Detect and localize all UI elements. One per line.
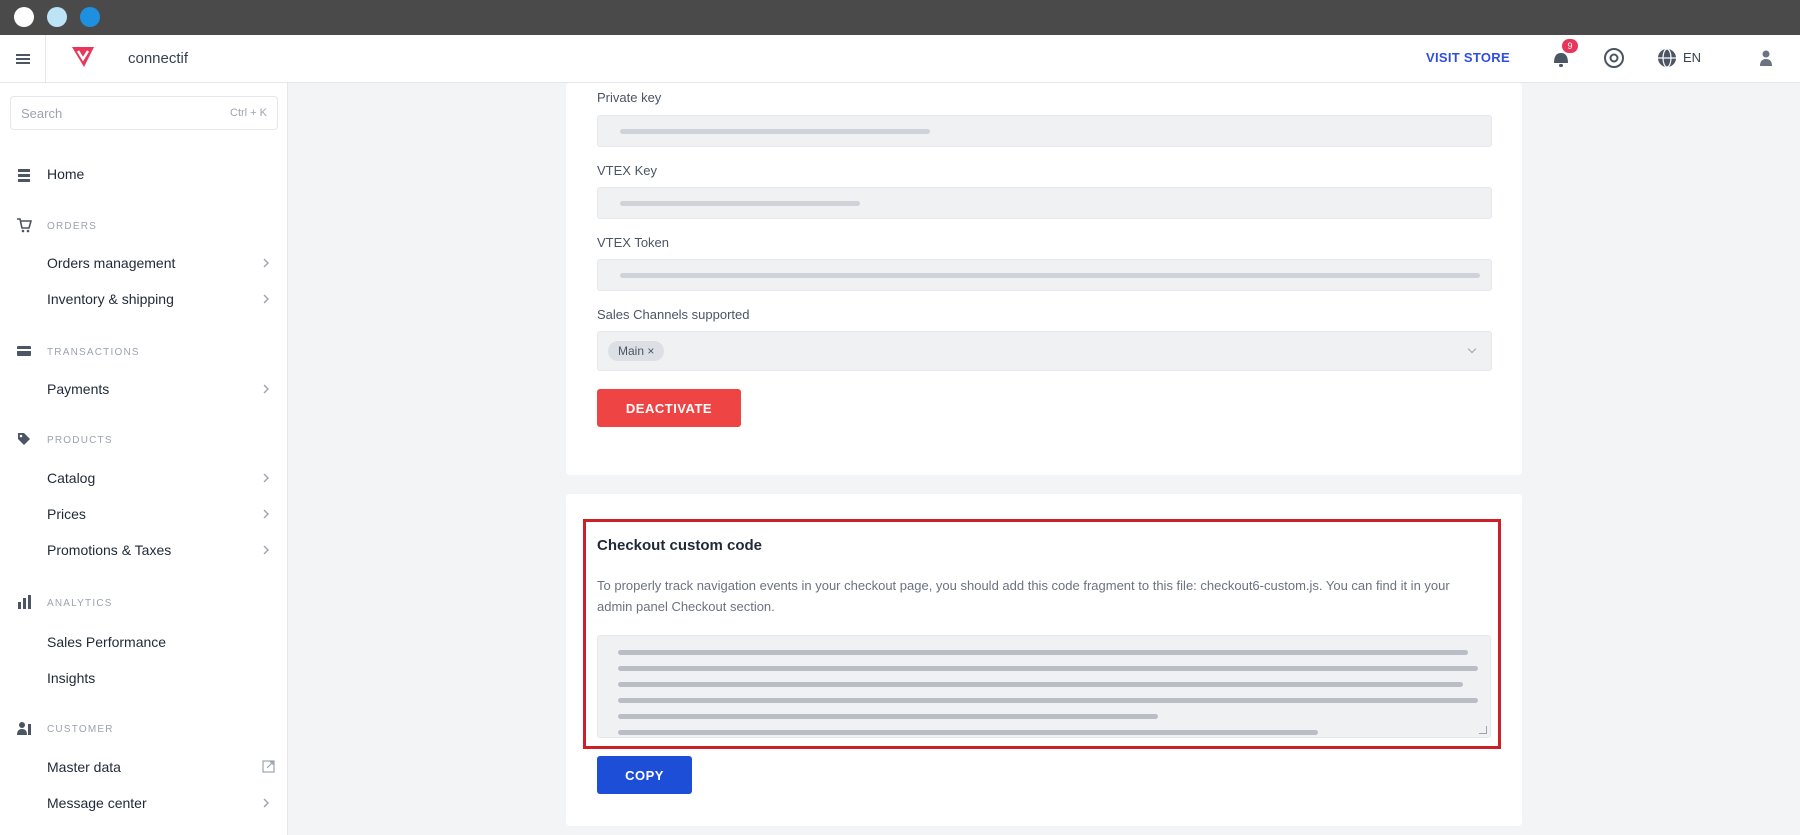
sales-channel-chip-label: Main [618, 344, 645, 358]
section-transactions: TRANSACTIONS [47, 347, 140, 358]
deactivate-button[interactable]: DEACTIVATE [597, 389, 741, 427]
sidebar-item-message-center[interactable]: Message center [47, 795, 147, 811]
private-key-field[interactable] [597, 115, 1492, 147]
chevron-down-icon[interactable] [1467, 344, 1477, 354]
chevron-right-icon [263, 473, 269, 483]
card-icon [17, 346, 31, 356]
search-input[interactable] [21, 105, 201, 121]
sales-channels-select[interactable]: Main × [597, 331, 1492, 371]
vtex-token-label: VTEX Token [597, 235, 670, 250]
private-key-label: Private key [597, 90, 662, 105]
copy-button[interactable]: COPY [597, 756, 692, 794]
code-line [618, 730, 1318, 735]
sidebar-item-inventory-shipping[interactable]: Inventory & shipping [47, 291, 174, 307]
visit-store-link[interactable]: VISIT STORE [1426, 50, 1510, 65]
masked-value [620, 201, 860, 206]
notification-badge: 9 [1562, 39, 1578, 53]
chevron-right-icon [263, 509, 269, 519]
chip-remove-icon[interactable]: × [647, 344, 654, 358]
window-close-button[interactable] [14, 7, 34, 27]
sales-channel-chip[interactable]: Main × [608, 341, 665, 361]
window-maximize-button[interactable] [80, 7, 100, 27]
vtex-key-label: VTEX Key [597, 163, 657, 178]
code-line [618, 698, 1478, 703]
cart-icon [17, 218, 32, 233]
sidebar-item-master-data[interactable]: Master data [47, 759, 121, 775]
chevron-right-icon [263, 384, 269, 394]
window-minimize-button[interactable] [47, 7, 67, 27]
masked-value [620, 129, 930, 134]
sidebar-item-payments[interactable]: Payments [47, 381, 109, 397]
section-products: PRODUCTS [47, 435, 113, 446]
chevron-right-icon [263, 798, 269, 808]
sidebar-item-orders-management[interactable]: Orders management [47, 255, 175, 271]
code-line [618, 682, 1463, 687]
chart-icon [18, 595, 31, 609]
search-shortcut: Ctrl + K [230, 107, 267, 119]
hamburger-icon [15, 54, 30, 64]
home-icon [18, 169, 30, 182]
user-icon[interactable] [1757, 48, 1775, 68]
sidebar-item-prices[interactable]: Prices [47, 506, 86, 522]
code-line [618, 666, 1478, 671]
checkout-code-textarea[interactable] [597, 635, 1491, 738]
sidebar-item-promotions-taxes[interactable]: Promotions & Taxes [47, 542, 171, 558]
sidebar-item-sales-performance[interactable]: Sales Performance [47, 634, 166, 650]
chevron-right-icon [263, 294, 269, 304]
help-icon[interactable] [1603, 47, 1625, 69]
section-orders: ORDERS [47, 221, 97, 232]
masked-value [620, 273, 1480, 278]
menu-toggle-button[interactable] [0, 35, 46, 83]
vtex-token-field[interactable] [597, 259, 1492, 291]
code-line [618, 650, 1468, 655]
sidebar-search[interactable]: Ctrl + K [10, 96, 278, 130]
sidebar-item-home[interactable]: Home [47, 166, 84, 182]
checkout-code-title: Checkout custom code [597, 537, 763, 554]
external-link-icon [262, 760, 275, 773]
tag-icon [18, 433, 30, 445]
code-line [618, 714, 1158, 719]
chevron-right-icon [263, 258, 269, 268]
vtex-logo[interactable] [70, 45, 96, 69]
account-name: connectif [128, 50, 189, 67]
window-titlebar [0, 0, 1800, 35]
resize-handle[interactable] [1479, 726, 1487, 734]
language-selector[interactable]: EN [1683, 50, 1701, 65]
sales-channels-label: Sales Channels supported [597, 307, 750, 322]
vtex-key-field[interactable] [597, 187, 1492, 219]
sidebar-item-insights[interactable]: Insights [47, 670, 95, 686]
globe-icon[interactable] [1656, 47, 1678, 69]
section-analytics: ANALYTICS [47, 598, 113, 609]
chevron-right-icon [263, 545, 269, 555]
section-customer: CUSTOMER [47, 724, 114, 735]
sidebar: Ctrl + K Home ORDERS Orders management I… [0, 83, 288, 835]
top-navigation-bar: connectif VISIT STORE 9 EN [0, 35, 1800, 83]
sidebar-item-catalog[interactable]: Catalog [47, 470, 95, 486]
checkout-code-description: To properly track navigation events in y… [597, 578, 1450, 614]
customer-icon [17, 722, 31, 735]
